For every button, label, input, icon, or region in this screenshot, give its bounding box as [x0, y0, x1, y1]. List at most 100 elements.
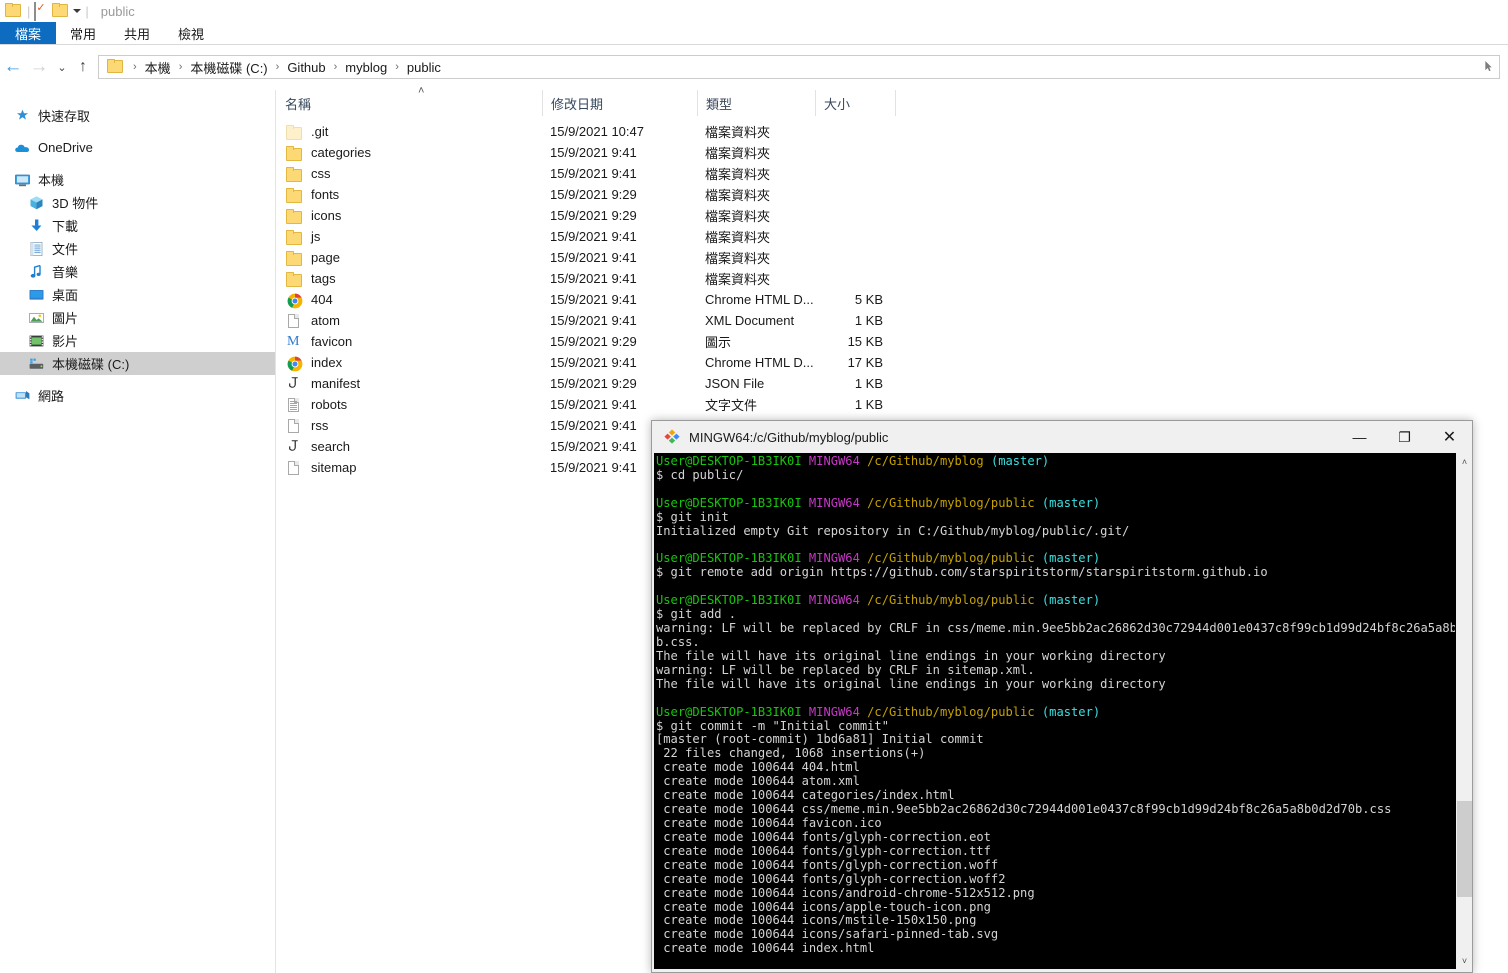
- table-row[interactable]: Mfavicon 15/9/2021 9:29 圖示 15 KB: [277, 331, 1508, 352]
- breadcrumb-item-4[interactable]: public: [405, 60, 443, 75]
- table-row[interactable]: icons 15/9/2021 9:29 檔案資料夾: [277, 205, 1508, 226]
- sidebar-item-5[interactable]: 文件: [0, 237, 275, 260]
- column-header-date[interactable]: 修改日期: [542, 90, 697, 116]
- terminal-text: warning: LF will be replaced by CRLF in …: [656, 662, 1035, 677]
- table-row[interactable]: css 15/9/2021 9:41 檔案資料夾: [277, 163, 1508, 184]
- cell-date: 15/9/2021 9:41: [550, 397, 637, 412]
- videos-icon: [28, 333, 45, 349]
- cell-size: 1 KB: [854, 397, 883, 412]
- breadcrumb-separator-1: ›: [178, 61, 183, 73]
- terminal-text: User@DESKTOP-1B3IK0I: [656, 454, 802, 468]
- breadcrumb-item-0[interactable]: 本機: [143, 58, 173, 77]
- table-row[interactable]: page 15/9/2021 9:41 檔案資料夾: [277, 247, 1508, 268]
- cell-date: 15/9/2021 9:29: [550, 376, 637, 391]
- cell-size: 5 KB: [854, 292, 883, 307]
- sidebar-item-0[interactable]: 快速存取: [0, 104, 275, 127]
- file-name: favicon: [311, 334, 353, 349]
- sidebar-item-label: 本機磁碟 (C:): [52, 357, 130, 372]
- sidebar-item-1[interactable]: OneDrive: [0, 136, 275, 159]
- cell-name: .git: [277, 124, 542, 140]
- terminal-text: (master): [1041, 704, 1101, 719]
- terminal-title-bar[interactable]: MINGW64:/c/Github/myblog/public — ❐ ✕: [652, 421, 1472, 453]
- terminal-scrollbar[interactable]: ˄ ˅: [1455, 453, 1472, 969]
- breadcrumb-item-1[interactable]: 本機磁碟 (C:): [188, 58, 269, 77]
- folder-icon[interactable]: [5, 3, 21, 19]
- cell-type: 檔案資料夾: [705, 146, 771, 161]
- sidebar-item-7[interactable]: 桌面: [0, 283, 275, 306]
- sidebar-item-4[interactable]: 下載: [0, 214, 275, 237]
- customize-quick-access-caret-icon[interactable]: [73, 9, 82, 13]
- sidebar-item-9[interactable]: 影片: [0, 329, 275, 352]
- sidebar-item-6[interactable]: 音樂: [0, 260, 275, 283]
- table-row[interactable]: index 15/9/2021 9:41 Chrome HTML D... 17 KB: [277, 352, 1508, 373]
- harddrive-icon: [28, 356, 45, 372]
- tab-file[interactable]: 檔案: [0, 22, 56, 44]
- table-row[interactable]: categories 15/9/2021 9:41 檔案資料夾: [277, 142, 1508, 163]
- sidebar-item-label: 桌面: [52, 288, 79, 303]
- back-button[interactable]: ←: [0, 56, 26, 78]
- terminal-line: $ git commit -m "Initial commit": [656, 719, 1455, 734]
- terminal-text: $ git add .: [656, 607, 737, 622]
- column-header-name[interactable]: 名稱 ˄: [277, 86, 542, 116]
- cell-name: js: [277, 229, 542, 245]
- cell-type: 檔案資料夾: [705, 209, 771, 224]
- terminal-line: create mode 100644 icons/apple-touch-ico…: [656, 900, 1455, 915]
- forward-button[interactable]: →: [26, 56, 52, 78]
- terminal-text: User@DESKTOP-1B3IK0I: [656, 593, 802, 608]
- terminal-line: create mode 100644 css/meme.min.9ee5bb2a…: [656, 802, 1455, 817]
- terminal-line: User@DESKTOP-1B3IK0I MINGW64 /c/Github/m…: [656, 704, 1455, 720]
- terminal-output[interactable]: User@DESKTOP-1B3IK0I MINGW64 /c/Github/m…: [654, 453, 1455, 969]
- scroll-up-icon[interactable]: ˄: [1456, 453, 1472, 470]
- table-row[interactable]: robots 15/9/2021 9:41 文字文件 1 KB: [277, 394, 1508, 415]
- table-row[interactable]: 𝙹manifest 15/9/2021 9:29 JSON File 1 KB: [277, 373, 1508, 394]
- terminal-line: create mode 100644 fonts/glyph-correctio…: [656, 829, 1455, 845]
- table-row[interactable]: 404 15/9/2021 9:41 Chrome HTML D... 5 KB: [277, 289, 1508, 310]
- column-header-size[interactable]: 大小: [815, 90, 895, 116]
- cell-name: Mfavicon: [277, 334, 542, 350]
- sidebar-item-8[interactable]: 圖片: [0, 306, 275, 329]
- minimize-button[interactable]: —: [1337, 421, 1382, 453]
- scrollbar-thumb[interactable]: [1457, 801, 1472, 897]
- up-button[interactable]: ↑: [72, 58, 94, 76]
- terminal-line: The file will have its original line end…: [656, 649, 1455, 664]
- terminal-text: 22 files changed, 1068 insertions(+): [656, 746, 926, 761]
- tab-view[interactable]: 檢視: [164, 22, 218, 44]
- file-name: atom: [311, 313, 340, 328]
- close-button[interactable]: ✕: [1427, 421, 1472, 453]
- terminal-text: create mode 100644 index.html: [656, 941, 875, 956]
- text-document-icon: [285, 397, 303, 413]
- recent-locations-button[interactable]: ⌄: [52, 61, 72, 74]
- breadcrumb-item-2[interactable]: Github: [285, 60, 327, 75]
- terminal-text: create mode 100644 fonts/glyph-correctio…: [656, 829, 991, 844]
- folder-icon: [285, 229, 303, 245]
- terminal-text: create mode 100644 atom.xml: [656, 774, 860, 789]
- breadcrumb[interactable]: › 本機 › 本機磁碟 (C:) › Github › myblog › pub…: [98, 55, 1500, 79]
- tab-home[interactable]: 常用: [56, 22, 110, 44]
- sidebar-item-10[interactable]: 本機磁碟 (C:): [0, 352, 275, 375]
- maximize-button[interactable]: ❐: [1382, 421, 1427, 453]
- table-row[interactable]: js 15/9/2021 9:41 檔案資料夾: [277, 226, 1508, 247]
- breadcrumb-item-3[interactable]: myblog: [343, 60, 389, 75]
- column-header-type[interactable]: 類型: [697, 90, 815, 116]
- terminal-text: $ cd public/: [656, 467, 744, 482]
- breadcrumb-folder-icon: [107, 59, 123, 75]
- sidebar-item-2[interactable]: 本機: [0, 168, 275, 191]
- table-row[interactable]: fonts 15/9/2021 9:29 檔案資料夾: [277, 184, 1508, 205]
- column-header-row: 名稱 ˄ 修改日期 類型 大小: [277, 86, 1508, 116]
- table-row[interactable]: atom 15/9/2021 9:41 XML Document 1 KB: [277, 310, 1508, 331]
- table-row[interactable]: tags 15/9/2021 9:41 檔案資料夾: [277, 268, 1508, 289]
- favicon-m-icon: M: [287, 333, 300, 349]
- file-name: 404: [311, 292, 333, 307]
- new-folder-icon[interactable]: [52, 3, 68, 19]
- file-name: index: [311, 355, 343, 370]
- scroll-down-icon[interactable]: ˅: [1456, 952, 1472, 969]
- sidebar-item-11[interactable]: 網路: [0, 384, 275, 407]
- table-row[interactable]: .git 15/9/2021 10:47 檔案資料夾: [277, 121, 1508, 142]
- navigation-pane[interactable]: 快速存取 OneDrive 本機 3D 物件 下載 文件 音樂桌面圖片 影片本機磁碟 (C:)…: [0, 90, 276, 973]
- tab-share[interactable]: 共用: [110, 22, 164, 44]
- sidebar-item-3[interactable]: 3D 物件: [0, 191, 275, 214]
- terminal-line: [master (root-commit) 1bd6a81] Initial c…: [656, 732, 1455, 747]
- properties-icon[interactable]: [34, 2, 50, 21]
